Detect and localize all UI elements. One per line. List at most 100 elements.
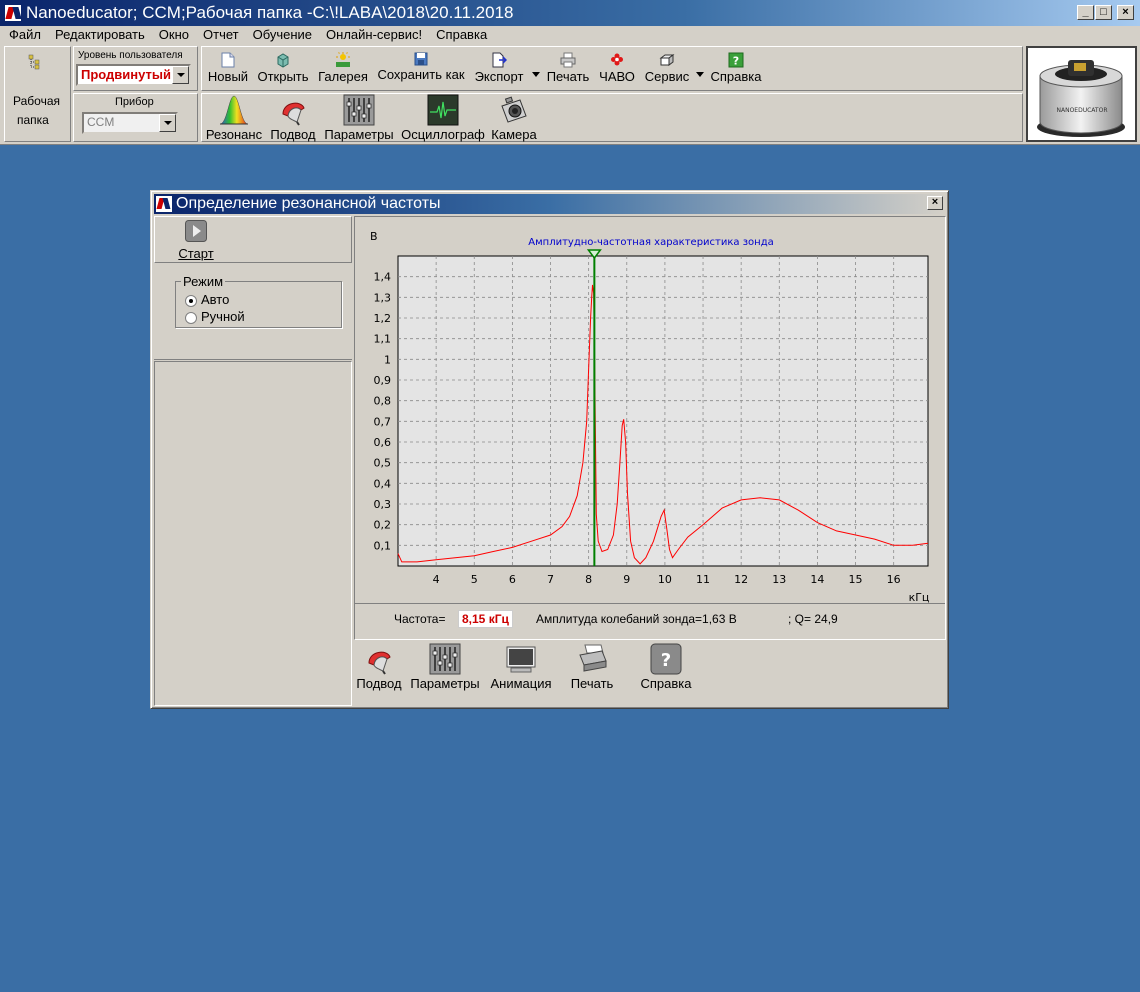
save-as-label: Сохранить как	[377, 67, 465, 82]
y-tick-label: 0,5	[374, 457, 392, 470]
device-image: NANOEDUCATOR	[1026, 46, 1137, 142]
gallery-button[interactable]: Галерея	[316, 52, 370, 84]
device-select[interactable]: CCM	[82, 112, 178, 134]
close-button[interactable]: ×	[1117, 5, 1134, 20]
device-label: Прибор	[115, 96, 154, 108]
animation-button[interactable]: Анимация	[489, 643, 553, 691]
chevron-down-icon[interactable]	[172, 66, 189, 84]
oscilloscope-button[interactable]: Осциллограф	[401, 94, 485, 142]
y-tick-label: 1,4	[374, 271, 392, 284]
y-tick-label: 1,2	[374, 312, 392, 325]
q-factor-text: ; Q= 24,9	[788, 612, 838, 626]
menu-learning[interactable]: Обучение	[246, 26, 319, 44]
y-axis-label: В	[370, 230, 378, 243]
device-photo-icon: NANOEDUCATOR	[1037, 60, 1125, 137]
device-value: CCM	[87, 115, 115, 129]
frequency-value: 8,15 кГц	[458, 610, 513, 628]
help-icon: ?	[728, 52, 744, 68]
save-as-button[interactable]: Сохранить как	[376, 52, 466, 82]
menu-online-service[interactable]: Онлайн-сервис!	[319, 26, 429, 44]
camera-button[interactable]: Камера	[490, 94, 538, 142]
start-button[interactable]: Старт	[176, 220, 216, 261]
help-label: Справка	[710, 69, 762, 84]
y-tick-label: 0,2	[374, 519, 392, 532]
printer-icon	[560, 52, 576, 68]
monitor-icon	[506, 646, 536, 673]
frequency-response-chart: 0,1 0,2 0,3 0,4 0,5 0,6 0,7 0,8 0,9 1 1,1 1,2 1,3 1,4…	[355, 217, 945, 603]
sliders-icon	[429, 643, 461, 675]
dlg-help-label: Справка	[640, 676, 692, 691]
service-dropdown-icon[interactable]	[696, 66, 704, 80]
chart-title: Амплитудно-частотная характеристика зонд…	[528, 237, 773, 248]
oscilloscope-label: Осциллограф	[401, 127, 485, 142]
dialog-title-bar[interactable]: Определение резонансной частоты ×	[154, 194, 945, 214]
x-axis-label: кГц	[909, 591, 930, 603]
menu-help[interactable]: Справка	[429, 26, 494, 44]
menu-report[interactable]: Отчет	[196, 26, 246, 44]
plot-area	[397, 255, 929, 567]
svg-text:?: ?	[733, 55, 739, 68]
dialog-close-button[interactable]: ×	[927, 196, 943, 210]
amplitude-text: Амплитуда колебаний зонда=1,63 В	[536, 612, 737, 626]
y-tick-label: 0,3	[374, 498, 392, 511]
dlg-print-label: Печать	[570, 676, 614, 691]
x-tick-label: 7	[547, 573, 554, 586]
user-level-select[interactable]: Продвинутый	[76, 64, 191, 86]
new-button[interactable]: Новый	[207, 52, 249, 84]
y-tick-label: 0,4	[374, 477, 392, 490]
mode-auto-radio[interactable]	[185, 295, 197, 307]
help-button[interactable]: ? Справка	[710, 52, 762, 84]
resonance-dialog: Определение резонансной частоты × Старт …	[150, 190, 949, 709]
x-tick-label: 5	[471, 573, 478, 586]
x-tick-label: 14	[810, 573, 824, 586]
export-icon	[492, 52, 507, 68]
dialog-bottom-toolbar: Подвод Параметры Анимация Печать ? Справ…	[354, 641, 946, 707]
new-label: Новый	[207, 69, 249, 84]
mode-auto-label[interactable]: Авто	[201, 292, 229, 307]
app-title-bar[interactable]: Nanoeducator; CCM;Рабочая папка -C:\!LAB…	[0, 0, 1140, 26]
y-tick-label: 0,1	[374, 539, 392, 552]
folder-tree-icon[interactable]	[27, 53, 45, 74]
mode-manual-radio[interactable]	[185, 312, 197, 324]
chevron-down-icon[interactable]	[159, 114, 176, 132]
camera-icon	[501, 96, 527, 123]
menu-file[interactable]: Файл	[2, 26, 48, 44]
approach-probe-icon	[282, 102, 305, 126]
working-folder-panel: Рабочая папка	[4, 46, 71, 142]
mode-manual-label[interactable]: Ручной	[201, 309, 245, 324]
left-empty-panel	[154, 361, 352, 706]
open-box-icon	[277, 53, 289, 68]
y-tick-label: 0,7	[374, 415, 392, 428]
x-tick-label: 4	[433, 573, 440, 586]
y-tick-label: 0,6	[374, 436, 392, 449]
maximize-button[interactable]: □	[1095, 5, 1112, 20]
open-label: Открыть	[257, 69, 309, 84]
print-button[interactable]: Печать	[545, 52, 591, 84]
dlg-approach-button[interactable]: Подвод	[354, 643, 404, 691]
service-label: Сервис	[644, 69, 690, 84]
sliders-icon	[343, 94, 375, 126]
chart-pane: 0,1 0,2 0,3 0,4 0,5 0,6 0,7 0,8 0,9 1 1,1 1,2 1,3 1,4…	[354, 216, 946, 640]
approach-probe-icon	[368, 651, 391, 675]
parameters-button[interactable]: Параметры	[323, 94, 395, 142]
approach-button[interactable]: Подвод	[269, 94, 317, 142]
play-icon	[185, 220, 207, 242]
x-tick-label: 12	[734, 573, 748, 586]
dlg-parameters-button[interactable]: Параметры	[409, 643, 481, 691]
export-button[interactable]: Экспорт	[474, 52, 524, 84]
user-level-value: Продвинутый	[81, 67, 171, 82]
oscilloscope-icon	[427, 94, 459, 126]
user-level-panel: Уровень пользователя Продвинутый	[73, 46, 198, 91]
open-button[interactable]: Открыть	[256, 52, 310, 84]
export-dropdown-icon[interactable]	[532, 66, 540, 80]
dlg-approach-label: Подвод	[356, 676, 402, 691]
minimize-button[interactable]: _	[1077, 5, 1094, 20]
menu-edit[interactable]: Редактировать	[48, 26, 152, 44]
dlg-print-button[interactable]: Печать	[566, 643, 618, 691]
x-tick-label: 10	[658, 573, 672, 586]
resonance-button[interactable]: Резонанс	[204, 94, 264, 142]
faq-button[interactable]: ЧАВО	[598, 52, 636, 84]
service-button[interactable]: Сервис	[642, 52, 692, 84]
menu-window[interactable]: Окно	[152, 26, 196, 44]
dlg-help-button[interactable]: ? Справка	[640, 643, 692, 691]
